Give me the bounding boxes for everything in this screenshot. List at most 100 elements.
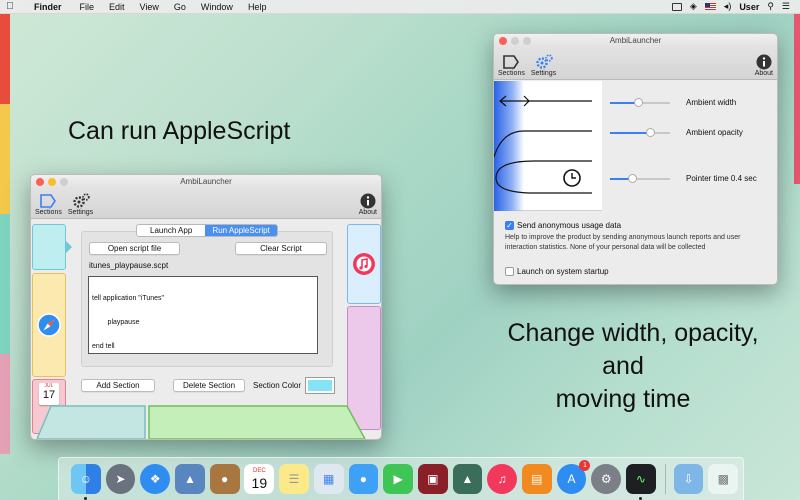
section-preview-teal[interactable] [36, 405, 146, 439]
section-preview-blue[interactable] [347, 224, 381, 304]
dock-trash-icon[interactable]: ▩ [708, 464, 739, 494]
close-button[interactable] [499, 37, 507, 45]
menu-app-name[interactable]: Finder [34, 2, 62, 12]
info-icon [360, 193, 376, 209]
main-window-title: AmbiLauncher [180, 177, 232, 186]
menu-file[interactable]: File [80, 2, 95, 12]
menu-window[interactable]: Window [201, 2, 233, 12]
dock-notes-icon[interactable]: ☰ [279, 464, 309, 494]
dock-preview-icon[interactable]: ▦ [313, 464, 344, 494]
volume-icon[interactable]: ◂) [724, 1, 732, 12]
toolbar-settings[interactable]: Settings [68, 193, 93, 216]
dock-photo-booth-icon[interactable]: ▣ [417, 464, 448, 494]
startup-checkbox-label[interactable]: Launch on system startup [517, 267, 609, 276]
clear-script-button[interactable]: Clear Script [235, 242, 327, 255]
slider-knob[interactable] [634, 98, 643, 107]
edge-band-pink [0, 354, 10, 454]
tab-run-applescript[interactable]: Run AppleScript [205, 225, 277, 236]
main-window: AmbiLauncher Sections Settings About JUL… [30, 174, 382, 440]
delete-section-button[interactable]: Delete Section [173, 379, 245, 392]
startup-checkbox[interactable] [505, 267, 514, 276]
dock-itunes-icon[interactable]: ♫ [487, 464, 518, 494]
toolbar-sections[interactable]: Sections [498, 54, 525, 77]
slider-knob[interactable] [646, 128, 655, 137]
section-preview-cyan[interactable] [32, 224, 66, 270]
input-source-flag-icon[interactable] [704, 3, 716, 10]
user-menu[interactable]: User [739, 2, 759, 12]
slider-ambient-width[interactable] [610, 98, 670, 107]
toolbar-sections-label: Sections [35, 209, 62, 216]
dock-separator [664, 464, 666, 494]
toolbar-sections-label: Sections [498, 70, 525, 77]
toolbar-about[interactable]: About [755, 54, 773, 77]
dock-contacts-icon[interactable]: ● [209, 464, 240, 494]
section-preview-bottom [36, 405, 366, 439]
dock-photo-icon[interactable]: ▲ [175, 464, 205, 494]
info-icon [756, 54, 772, 70]
section-preview-green[interactable] [148, 405, 366, 439]
dock-messages-icon[interactable]: ● [348, 464, 379, 494]
caption-apple-script: Can run AppleScript [68, 117, 291, 145]
slider-pointer-time[interactable] [610, 174, 670, 183]
usage-checkbox-label[interactable]: Send anonymous usage data [517, 221, 621, 230]
dock-safari-icon[interactable]: ❖ [140, 464, 171, 494]
dock-iphoto-icon[interactable]: ▲ [452, 464, 483, 494]
dock-calendar-icon[interactable]: DEC 19 [244, 464, 275, 494]
wifi-icon[interactable]: ◈ [690, 1, 697, 12]
dock-finder-icon[interactable]: ☺ [71, 464, 101, 500]
add-section-button[interactable]: Add Section [81, 379, 155, 392]
toolbar-settings[interactable]: Settings [531, 54, 556, 77]
dock-app-store-icon[interactable]: A1 [556, 460, 591, 494]
dock-calendar-day: 19 [251, 474, 268, 491]
slider-label-ambient-opacity: Ambient opacity [686, 128, 743, 137]
section-color-well[interactable] [305, 377, 335, 394]
dock-launchpad-icon[interactable]: ➤ [105, 464, 136, 494]
slider-knob[interactable] [628, 174, 637, 183]
tab-launch-app[interactable]: Launch App [137, 225, 205, 236]
gears-icon [72, 193, 90, 208]
minimize-button[interactable] [48, 178, 56, 186]
edge-band-yellow [0, 104, 10, 214]
close-button[interactable] [36, 178, 44, 186]
zoom-button[interactable] [523, 37, 531, 45]
usage-help-text: Help to improve the product by sending a… [505, 234, 741, 251]
settings-titlebar: AmbiLauncher [494, 34, 777, 48]
menu-bar:  Finder File Edit View Go Window Help ◈… [0, 0, 800, 14]
open-script-button[interactable]: Open script file [89, 242, 180, 255]
notification-center-icon[interactable]: ☰ [782, 1, 790, 12]
calendar-icon: JUL 17 [39, 383, 59, 405]
dock-activity-monitor-icon[interactable]: ∿ [626, 464, 656, 500]
ambilauncher-status-icon[interactable] [671, 2, 682, 11]
toolbar-about-label: About [358, 209, 377, 216]
script-line: playpause [92, 319, 140, 326]
section-preview-yellow[interactable] [32, 273, 66, 377]
apple-menu-icon[interactable]:  [0, 1, 20, 12]
menu-go[interactable]: Go [174, 2, 186, 12]
toolbar-about[interactable]: About [359, 193, 377, 216]
dock-facetime-icon[interactable]: ▶ [383, 464, 413, 494]
sections-icon [40, 194, 57, 208]
settings-window: AmbiLauncher Sections Settings About Amb… [493, 33, 778, 285]
menu-edit[interactable]: Edit [109, 2, 125, 12]
dock-downloads-folder-icon[interactable]: ⇩ [673, 464, 704, 494]
slider-ambient-opacity[interactable] [610, 128, 670, 137]
section-pointer-arrow [66, 241, 72, 253]
search-icon[interactable]: ⚲ [767, 1, 774, 12]
script-editor[interactable]: tell application "iTunes" playpause end … [88, 276, 318, 354]
calendar-day: 17 [42, 389, 56, 401]
zoom-button[interactable] [60, 178, 68, 186]
dock-calendar-month: DEC [253, 467, 266, 474]
settings-window-title: AmbiLauncher [609, 36, 662, 45]
dock-ibooks-icon[interactable]: ▤ [521, 464, 552, 494]
menu-view[interactable]: View [140, 2, 159, 12]
dock-system-preferences-icon[interactable]: ⚙ [591, 464, 622, 494]
menu-help[interactable]: Help [248, 2, 267, 12]
slider-label-ambient-width: Ambient width [686, 98, 737, 107]
minimize-button[interactable] [511, 37, 519, 45]
usage-checkbox[interactable]: ✓ [505, 221, 514, 230]
toolbar-about-label: About [754, 70, 773, 77]
toolbar-sections[interactable]: Sections [35, 193, 62, 216]
main-titlebar: AmbiLauncher [31, 175, 381, 189]
slider-label-pointer-time: Pointer time 0.4 sec [686, 174, 757, 183]
section-color-swatch [308, 380, 332, 391]
